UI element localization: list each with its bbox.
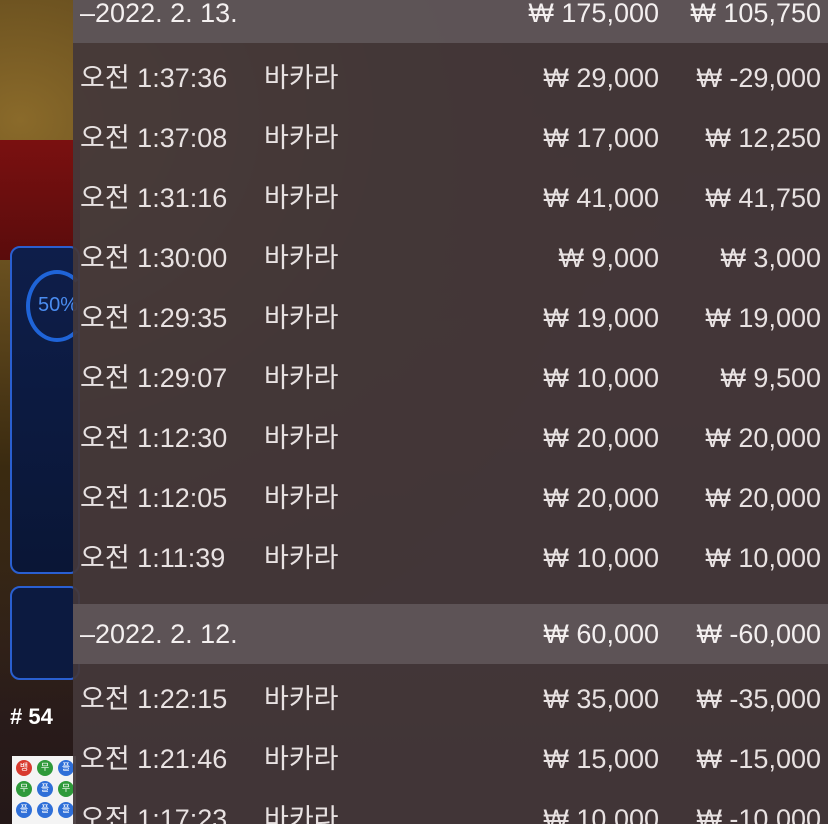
win-amount: ₩ 12,250 bbox=[705, 123, 821, 153]
bet-time: 오전 1:22:15 bbox=[80, 684, 228, 714]
history-row[interactable]: 오전 1:29:07 바카라 ₩ 10,000 ₩ 9,500 bbox=[73, 348, 828, 408]
history-row[interactable]: 오전 1:31:16 바카라 ₩ 41,000 ₩ 41,750 bbox=[73, 168, 828, 228]
bead-marker: 플 bbox=[37, 802, 53, 818]
bet-time: 오전 1:11:39 bbox=[80, 543, 226, 573]
round-number: # 54 bbox=[10, 704, 53, 729]
win-amount: ₩ 10,000 bbox=[705, 543, 821, 573]
bet-time: 오전 1:17:23 bbox=[80, 804, 228, 824]
bead-marker: 플 bbox=[37, 781, 53, 797]
history-row[interactable]: 오전 1:30:00 바카라 ₩ 9,000 ₩ 3,000 bbox=[73, 228, 828, 288]
bead-marker: 플 bbox=[58, 760, 74, 776]
bet-amount: ₩ 9,000 bbox=[558, 243, 659, 273]
group-date: –2022. 2. 12. bbox=[80, 619, 238, 649]
win-amount: ₩ -10,000 bbox=[696, 804, 821, 824]
game-name: 바카라 bbox=[264, 804, 339, 824]
group-total-bet: ₩ 60,000 bbox=[543, 619, 659, 649]
bet-amount: ₩ 20,000 bbox=[543, 483, 659, 513]
bet-history-list[interactable]: –2022. 2. 13. ₩ 175,000 ₩ 105,750 오전 1:37:3… bbox=[73, 0, 828, 824]
bet-time: 오전 1:12:30 bbox=[80, 423, 228, 453]
bet-time: 오전 1:29:35 bbox=[80, 303, 228, 333]
bead-marker: 무 bbox=[37, 760, 53, 776]
history-row[interactable]: 오전 1:17:23 바카라 ₩ 10,000 ₩ -10,000 bbox=[73, 789, 828, 824]
game-name: 바카라 bbox=[264, 543, 339, 573]
history-row[interactable]: 오전 1:11:39 바카라 ₩ 10,000 ₩ 10,000 bbox=[73, 528, 828, 588]
bet-amount: ₩ 35,000 bbox=[543, 684, 659, 714]
game-name: 바카라 bbox=[264, 423, 339, 453]
win-amount: ₩ 20,000 bbox=[705, 423, 821, 453]
game-name: 바카라 bbox=[264, 483, 339, 513]
group-total-bet: ₩ 175,000 bbox=[528, 0, 659, 28]
bet-amount: ₩ 10,000 bbox=[543, 363, 659, 393]
history-row[interactable]: 오전 1:12:05 바카라 ₩ 20,000 ₩ 20,000 bbox=[73, 468, 828, 528]
game-name: 바카라 bbox=[264, 63, 339, 93]
game-name: 바카라 bbox=[264, 123, 339, 153]
win-amount: ₩ -35,000 bbox=[696, 684, 821, 714]
win-amount: ₩ -29,000 bbox=[696, 63, 821, 93]
bet-button-panel[interactable] bbox=[10, 586, 80, 680]
table-chair-graphic bbox=[0, 140, 80, 260]
game-name: 바카라 bbox=[264, 363, 339, 393]
win-amount: ₩ 41,750 bbox=[705, 183, 821, 213]
game-name: 바카라 bbox=[264, 303, 339, 333]
bead-marker: 무 bbox=[16, 781, 32, 797]
bet-amount: ₩ 20,000 bbox=[543, 423, 659, 453]
bet-amount: ₩ 10,000 bbox=[543, 543, 659, 573]
group-date: –2022. 2. 13. bbox=[80, 0, 238, 28]
date-group-header[interactable]: –2022. 2. 12. ₩ 60,000 ₩ -60,000 bbox=[73, 604, 828, 664]
bead-marker: 플 bbox=[58, 802, 74, 818]
history-row[interactable]: 오전 1:37:08 바카라 ₩ 17,000 ₩ 12,250 bbox=[73, 108, 828, 168]
bead-marker: 무 bbox=[58, 781, 74, 797]
bet-amount: ₩ 15,000 bbox=[543, 744, 659, 774]
screen: 50% # 54 뱅무플무플무플플플 –2022. 2. 13. ₩ 175,00… bbox=[0, 0, 828, 824]
bet-time: 오전 1:37:08 bbox=[80, 123, 228, 153]
bet-amount: ₩ 17,000 bbox=[543, 123, 659, 153]
history-row[interactable]: 오전 1:37:36 바카라 ₩ 29,000 ₩ -29,000 bbox=[73, 48, 828, 108]
win-amount: ₩ 20,000 bbox=[705, 483, 821, 513]
date-group-header[interactable]: –2022. 2. 13. ₩ 175,000 ₩ 105,750 bbox=[73, 0, 828, 43]
win-amount: ₩ -15,000 bbox=[696, 744, 821, 774]
bet-amount: ₩ 10,000 bbox=[543, 804, 659, 824]
bead-road: 뱅무플무플무플플플 bbox=[12, 756, 76, 824]
group-total-win: ₩ -60,000 bbox=[696, 619, 821, 649]
history-row[interactable]: 오전 1:29:35 바카라 ₩ 19,000 ₩ 19,000 bbox=[73, 288, 828, 348]
bet-amount: ₩ 41,000 bbox=[543, 183, 659, 213]
game-name: 바카라 bbox=[264, 243, 339, 273]
history-row[interactable]: 오전 1:21:46 바카라 ₩ 15,000 ₩ -15,000 bbox=[73, 729, 828, 789]
bead-marker: 뱅 bbox=[16, 760, 32, 776]
bead-marker: 플 bbox=[16, 802, 32, 818]
game-name: 바카라 bbox=[264, 744, 339, 774]
bet-time: 오전 1:30:00 bbox=[80, 243, 228, 273]
history-row[interactable]: 오전 1:12:30 바카라 ₩ 20,000 ₩ 20,000 bbox=[73, 408, 828, 468]
group-total-win: ₩ 105,750 bbox=[690, 0, 821, 28]
win-amount: ₩ 3,000 bbox=[720, 243, 821, 273]
bet-time: 오전 1:37:36 bbox=[80, 63, 228, 93]
bet-time: 오전 1:29:07 bbox=[80, 363, 228, 393]
history-row[interactable]: 오전 1:22:15 바카라 ₩ 35,000 ₩ -35,000 bbox=[73, 669, 828, 729]
bet-time: 오전 1:12:05 bbox=[80, 483, 228, 513]
win-amount: ₩ 19,000 bbox=[705, 303, 821, 333]
game-name: 바카라 bbox=[264, 684, 339, 714]
bet-amount: ₩ 19,000 bbox=[543, 303, 659, 333]
bet-time: 오전 1:21:46 bbox=[80, 744, 228, 774]
bet-amount: ₩ 29,000 bbox=[543, 63, 659, 93]
bet-time: 오전 1:31:16 bbox=[80, 183, 228, 213]
game-name: 바카라 bbox=[264, 183, 339, 213]
win-amount: ₩ 9,500 bbox=[720, 363, 821, 393]
